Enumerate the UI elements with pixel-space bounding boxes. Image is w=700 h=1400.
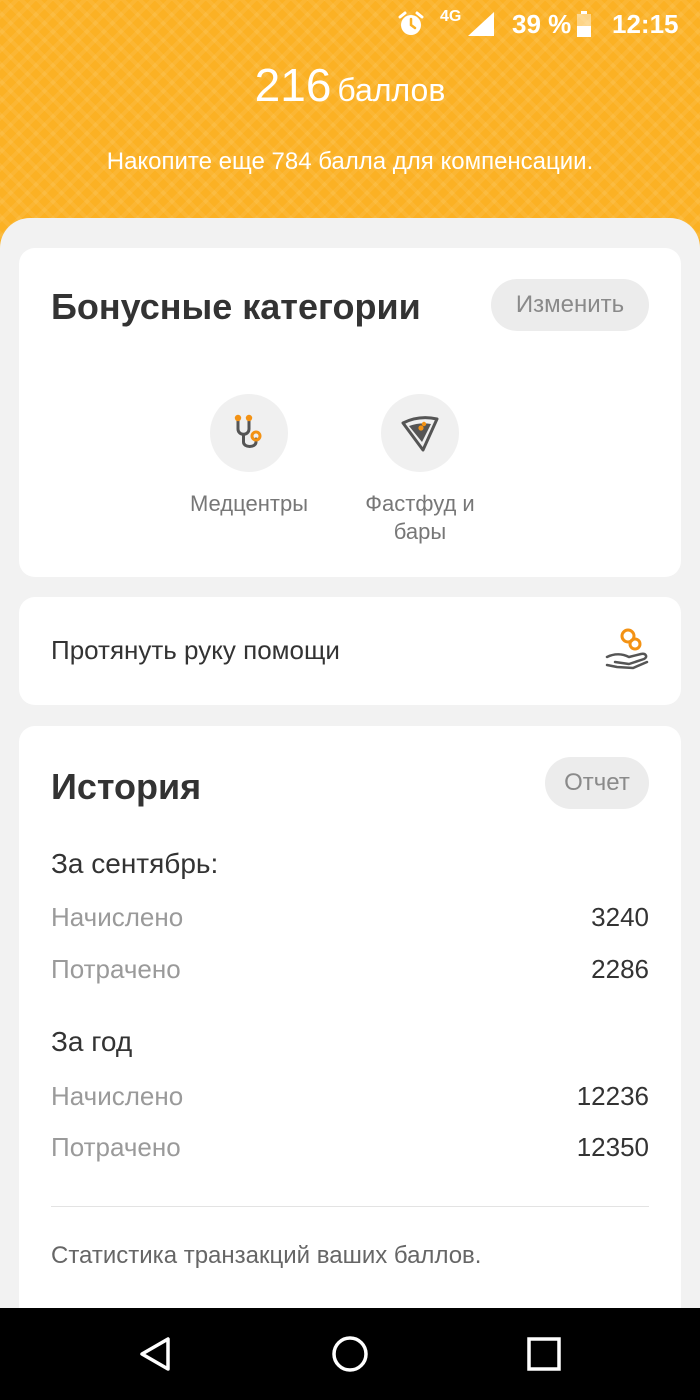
recents-icon[interactable] xyxy=(524,1334,564,1374)
row-label: Потрачено xyxy=(51,954,181,984)
points-value: 216 xyxy=(254,59,332,111)
battery-icon xyxy=(577,11,591,37)
period-title: За сентябрь: xyxy=(51,848,219,879)
bonus-categories-title: Бонусные категории xyxy=(51,286,421,327)
row-value: 12350 xyxy=(576,1132,649,1162)
bonus-categories-card: Бонусные категории Изменить Медцентры Фа… xyxy=(19,248,681,577)
divider xyxy=(51,1206,649,1207)
report-button[interactable]: Отчет xyxy=(545,757,649,809)
points-balance: 216 баллов xyxy=(0,58,700,112)
row-label: Начислено xyxy=(51,902,184,932)
row-value: 2286 xyxy=(591,954,649,984)
battery-percent: 39 % xyxy=(512,9,572,39)
hand-coin-icon xyxy=(605,628,649,670)
row-value: 3240 xyxy=(591,902,649,932)
back-icon[interactable] xyxy=(136,1334,176,1374)
category-label: Фастфуд и бары xyxy=(365,491,475,544)
network-type: 4G xyxy=(440,8,462,25)
points-unit: баллов xyxy=(337,72,446,108)
period-title: За год xyxy=(51,1026,133,1057)
system-navigation-bar xyxy=(0,1308,700,1400)
history-row: Начислено 3240 xyxy=(51,902,649,936)
history-card: История Отчет За сентябрь: Начислено 324… xyxy=(19,726,681,1326)
category-fastfood[interactable]: Фастфуд и бары xyxy=(352,394,488,546)
row-value: 12236 xyxy=(576,1081,649,1111)
row-label: Потрачено xyxy=(51,1132,181,1162)
history-row: Начислено 12236 xyxy=(51,1081,649,1115)
pizza-slice-icon xyxy=(401,416,439,452)
category-medcenters[interactable]: Медцентры xyxy=(169,394,329,518)
history-footnote: Статистика транзакций ваших баллов. xyxy=(51,1242,482,1269)
clock: 12:15 xyxy=(612,9,679,39)
home-icon[interactable] xyxy=(330,1334,370,1374)
help-card[interactable]: Протянуть руку помощи xyxy=(19,597,681,705)
history-title: История xyxy=(51,766,202,807)
edit-categories-button[interactable]: Изменить xyxy=(491,279,649,331)
alarm-clock-icon xyxy=(398,11,424,35)
status-bar: 4G 39 % 12:15 xyxy=(0,0,700,48)
help-label: Протянуть руку помощи xyxy=(51,635,340,665)
stethoscope-icon xyxy=(234,414,262,448)
category-label: Медцентры xyxy=(189,491,309,516)
history-row: Потрачено 2286 xyxy=(51,954,649,988)
points-subtitle: Накопите еще 784 балла для компенсации. xyxy=(106,148,594,175)
history-row: Потрачено 12350 xyxy=(51,1132,649,1166)
row-label: Начислено xyxy=(51,1081,184,1111)
cellular-signal-icon xyxy=(468,12,494,36)
